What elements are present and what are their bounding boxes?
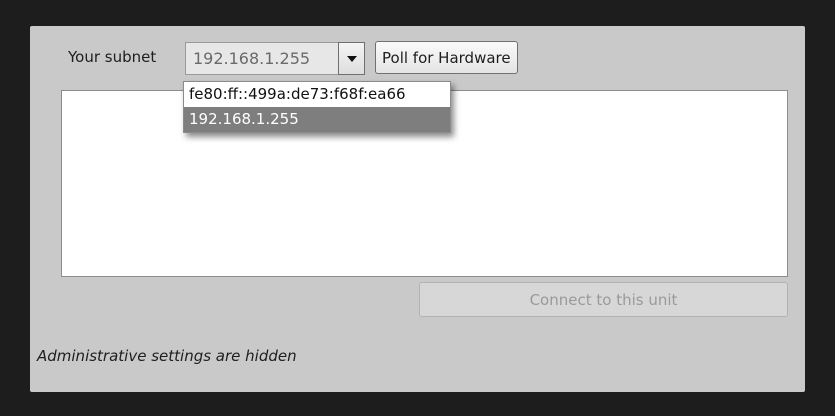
subnet-label: Your subnet xyxy=(68,48,157,66)
subnet-option-ipv4[interactable]: 192.168.1.255 xyxy=(184,107,450,132)
chevron-down-icon xyxy=(346,55,357,62)
subnet-option-ipv6[interactable]: fe80:ff::499a:de73:f68f:ea66 xyxy=(184,82,450,107)
main-panel: Your subnet 192.168.1.255 Poll for Hardw… xyxy=(30,26,805,392)
poll-hardware-button[interactable]: Poll for Hardware xyxy=(375,41,518,74)
subnet-dropdown-list: fe80:ff::499a:de73:f68f:ea66 192.168.1.2… xyxy=(183,81,451,133)
connect-button[interactable]: Connect to this unit xyxy=(419,282,788,317)
admin-settings-note: Administrative settings are hidden xyxy=(37,347,297,365)
subnet-dropdown-button[interactable] xyxy=(338,42,365,75)
subnet-value: 192.168.1.255 xyxy=(193,49,311,68)
subnet-select[interactable]: 192.168.1.255 xyxy=(185,42,365,75)
